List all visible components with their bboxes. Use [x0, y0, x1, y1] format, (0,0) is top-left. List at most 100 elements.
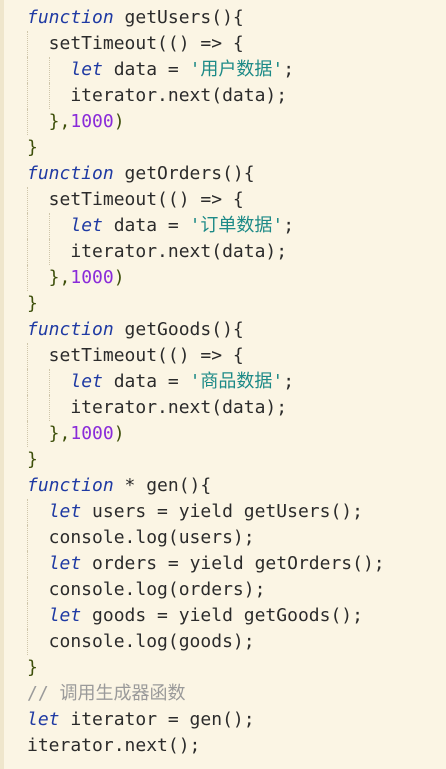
- code-token: function: [27, 319, 114, 340]
- code-token: data =: [102, 215, 190, 236]
- code-line[interactable]: // 调用生成器函数: [0, 681, 446, 707]
- code-token: data =: [102, 59, 190, 80]
- code-line[interactable]: console.log(users);: [0, 525, 446, 551]
- code-line[interactable]: let users = yield getUsers();: [0, 499, 446, 525]
- code-token: let: [48, 501, 82, 522]
- code-line[interactable]: let iterator = gen();: [0, 707, 446, 733]
- code-text: setTimeout(() => {: [27, 31, 244, 57]
- code-token: console.log(orders);: [27, 579, 266, 600]
- code-token: * gen(){: [113, 475, 212, 496]
- code-line[interactable]: iterator.next(data);: [0, 239, 446, 265]
- code-text: console.log(orders);: [27, 577, 266, 603]
- code-text: let data = '订单数据';: [27, 213, 294, 239]
- code-text: function getOrders(){: [27, 161, 255, 187]
- code-token: let: [70, 371, 103, 392]
- code-token: iterator.next(data);: [27, 85, 288, 106]
- code-token: users = yield getUsers();: [81, 501, 363, 522]
- code-token: getUsers(){: [113, 7, 244, 28]
- code-line[interactable]: iterator.next(data);: [0, 83, 446, 109]
- code-token: '商品数据': [189, 371, 284, 392]
- code-token: setTimeout(() => {: [27, 33, 244, 54]
- code-line[interactable]: let goods = yield getGoods();: [0, 603, 446, 629]
- code-token: data =: [102, 371, 190, 392]
- code-token: setTimeout(() => {: [27, 189, 244, 210]
- code-line[interactable]: }: [0, 135, 446, 161]
- code-line[interactable]: setTimeout(() => {: [0, 31, 446, 57]
- code-text: },1000): [27, 265, 125, 291]
- code-line[interactable]: function getGoods(){: [0, 317, 446, 343]
- code-token: goods = yield getGoods();: [81, 605, 363, 626]
- code-text: function getGoods(){: [27, 317, 244, 343]
- code-text: let data = '用户数据';: [27, 57, 294, 83]
- code-token: function: [27, 7, 114, 28]
- code-line[interactable]: }: [0, 447, 446, 473]
- code-token: ;: [283, 371, 295, 392]
- code-line[interactable]: },1000): [0, 265, 446, 291]
- code-editor[interactable]: function getUsers(){ setTimeout(() => { …: [0, 0, 446, 769]
- code-text: iterator.next(data);: [27, 83, 287, 109]
- code-line[interactable]: iterator.next(data);: [0, 395, 446, 421]
- code-line[interactable]: console.log(orders);: [0, 577, 446, 603]
- code-token: iterator.next(data);: [27, 397, 288, 418]
- code-text: }: [27, 447, 38, 473]
- code-text: console.log(users);: [27, 525, 255, 551]
- code-text: }: [27, 291, 38, 317]
- code-token: }: [27, 657, 38, 678]
- code-token: },: [27, 111, 71, 132]
- code-token: ;: [283, 215, 295, 236]
- code-line[interactable]: iterator.next();: [0, 733, 446, 759]
- code-token: '用户数据': [189, 59, 284, 80]
- code-line[interactable]: }: [0, 291, 446, 317]
- code-text: setTimeout(() => {: [27, 343, 244, 369]
- code-text: let data = '商品数据';: [27, 369, 294, 395]
- code-token: 1000: [70, 111, 114, 132]
- code-text: iterator.next(data);: [27, 239, 287, 265]
- code-line[interactable]: setTimeout(() => {: [0, 343, 446, 369]
- code-token: // 调用生成器函数: [27, 683, 186, 704]
- code-token: }: [27, 137, 38, 158]
- code-token: setTimeout(() => {: [27, 345, 244, 366]
- code-token: function: [27, 475, 114, 496]
- code-line[interactable]: setTimeout(() => {: [0, 187, 446, 213]
- code-line[interactable]: let orders = yield getOrders();: [0, 551, 446, 577]
- code-token: let: [70, 59, 103, 80]
- code-line[interactable]: let data = '商品数据';: [0, 369, 446, 395]
- code-line[interactable]: console.log(goods);: [0, 629, 446, 655]
- code-token: ): [113, 267, 125, 288]
- code-token: orders = yield getOrders();: [81, 553, 385, 574]
- code-line[interactable]: function getOrders(){: [0, 161, 446, 187]
- code-line[interactable]: },1000): [0, 421, 446, 447]
- code-token: getOrders(){: [113, 163, 255, 184]
- code-text: setTimeout(() => {: [27, 187, 244, 213]
- code-line[interactable]: let data = '用户数据';: [0, 57, 446, 83]
- code-text: console.log(goods);: [27, 629, 255, 655]
- code-token: iterator.next();: [27, 735, 201, 756]
- code-text: iterator.next(data);: [27, 395, 287, 421]
- code-text: },1000): [27, 421, 125, 447]
- code-line[interactable]: },1000): [0, 109, 446, 135]
- code-text: }: [27, 655, 38, 681]
- code-text: function getUsers(){: [27, 5, 244, 31]
- code-text: },1000): [27, 109, 125, 135]
- code-token: console.log(goods);: [27, 631, 255, 652]
- code-text: let iterator = gen();: [27, 707, 255, 733]
- code-token: let: [48, 553, 82, 574]
- code-token: },: [27, 423, 71, 444]
- code-token: '订单数据': [189, 215, 284, 236]
- code-token: function: [27, 163, 114, 184]
- code-line[interactable]: function * gen(){: [0, 473, 446, 499]
- code-line[interactable]: }: [0, 655, 446, 681]
- code-text: let goods = yield getGoods();: [27, 603, 363, 629]
- code-line[interactable]: function getUsers(){: [0, 5, 446, 31]
- code-area[interactable]: function getUsers(){ setTimeout(() => { …: [0, 5, 446, 759]
- code-token: ): [113, 423, 125, 444]
- code-line[interactable]: let data = '订单数据';: [0, 213, 446, 239]
- code-text: let users = yield getUsers();: [27, 499, 363, 525]
- code-text: let orders = yield getOrders();: [27, 551, 385, 577]
- code-token: ;: [283, 59, 295, 80]
- code-text: iterator.next();: [27, 733, 200, 759]
- code-token: }: [27, 449, 38, 470]
